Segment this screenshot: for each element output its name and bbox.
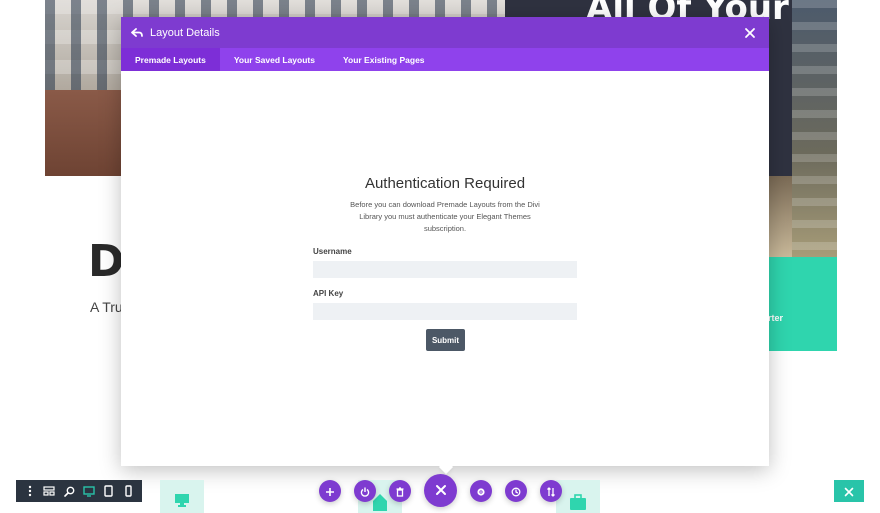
username-label: Username (313, 247, 352, 256)
tab-existing-pages[interactable]: Your Existing Pages (329, 48, 439, 71)
auth-section: Authentication Required Before you can d… (121, 175, 769, 235)
history-icon (511, 482, 521, 501)
layers-icon[interactable] (43, 485, 56, 497)
modal-title: Layout Details (150, 26, 220, 39)
history-button[interactable] (505, 480, 527, 502)
settings-button[interactable] (470, 480, 492, 502)
add-button[interactable] (319, 480, 341, 502)
background-green-box (769, 257, 837, 351)
phone-icon[interactable] (122, 485, 134, 497)
auth-title: Authentication Required (364, 175, 526, 192)
modal-header: Layout Details (121, 17, 769, 48)
dots-vertical-icon[interactable] (24, 485, 36, 497)
api-key-group: API Key (313, 289, 577, 320)
power-button[interactable] (354, 480, 376, 502)
delete-button[interactable] (389, 480, 411, 502)
background-tile-monitor (160, 480, 204, 513)
auth-description: Before you can download Premade Layouts … (350, 200, 540, 233)
submit-button[interactable]: Submit (426, 329, 465, 351)
tab-premade-layouts[interactable]: Premade Layouts (121, 48, 220, 71)
username-group: Username (313, 247, 577, 278)
trash-icon (395, 482, 405, 501)
plus-icon (325, 482, 335, 501)
background-subheading: A Tru (90, 299, 123, 315)
sort-icon (546, 482, 556, 501)
close-settings-button[interactable] (424, 474, 457, 507)
back-arrow-icon[interactable] (131, 26, 145, 40)
username-input[interactable] (313, 261, 577, 278)
zoom-icon[interactable] (63, 485, 75, 497)
tablet-icon[interactable] (102, 485, 114, 497)
close-icon (844, 482, 854, 501)
portability-button[interactable] (540, 480, 562, 502)
api-key-label: API Key (313, 289, 344, 298)
modal-tabs: Premade Layouts Your Saved Layouts Your … (121, 48, 769, 71)
api-key-input[interactable] (313, 303, 577, 320)
close-icon[interactable] (743, 25, 757, 39)
gear-icon (476, 482, 486, 501)
tab-saved-layouts[interactable]: Your Saved Layouts (220, 48, 329, 71)
background-tile-briefcase (556, 480, 600, 513)
responsive-toolbar (16, 480, 142, 502)
background-photo-right (792, 0, 837, 257)
desktop-icon[interactable] (83, 485, 95, 497)
power-icon (360, 482, 370, 501)
background-photo-right-lower (769, 176, 792, 257)
exit-builder-button[interactable] (834, 480, 864, 502)
layout-details-modal: Layout Details Premade Layouts Your Save… (121, 17, 769, 466)
close-icon (435, 481, 447, 500)
